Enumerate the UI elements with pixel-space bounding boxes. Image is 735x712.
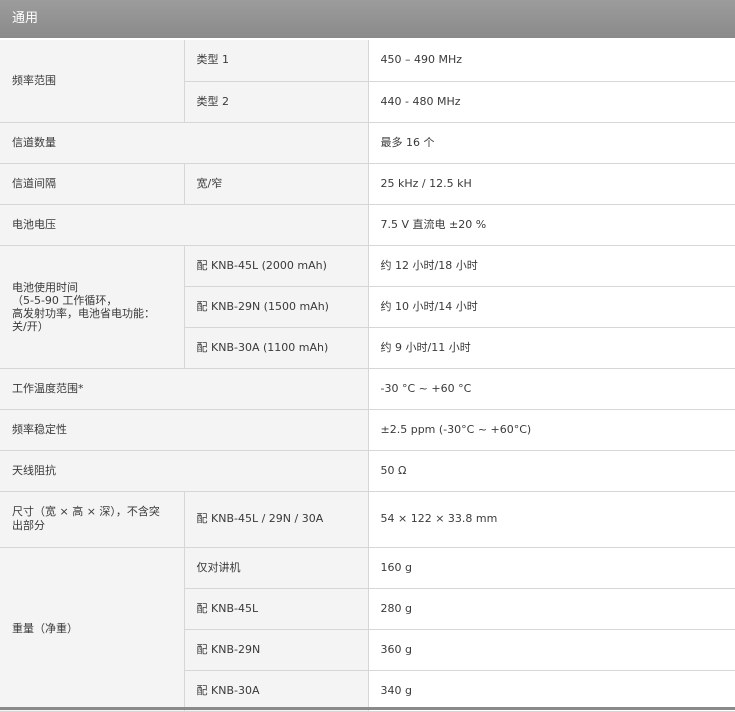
spec-table: 频率范围 类型 1 450 – 490 MHz 类型 2 440 - 480 M… [0,40,735,712]
temp-value: -30 °C ~ +60 °C [367,368,735,410]
battery-life-label-line: 关/开） [12,319,49,333]
battery-life-label-line: 高发射功率，电池省电功能： [12,306,155,320]
freq-type2-label: 类型 2 [183,81,368,123]
table-row: 电池使用时间 （5-5-90 工作循环， 高发射功率，电池省电功能： 关/开） … [0,245,735,369]
dimensions-value: 54 × 122 × 33.8 mm [367,491,735,548]
battery-item-name: 配 KNB-30A (1100 mAh) [183,327,368,369]
battery-item-value: 约 9 小时/11 小时 [367,327,735,369]
freq-range-label: 频率范围 [0,40,184,123]
voltage-label: 电池电压 [0,204,368,246]
section-header: 通用 [0,0,735,38]
freq-type1-label: 类型 1 [183,40,368,82]
channels-label: 信道数量 [0,122,368,164]
spacing-value: 25 kHz / 12.5 kH [367,163,735,205]
channels-value: 最多 16 个 [367,122,735,164]
table-row: 重量（净重） 仅对讲机 160 g [0,547,735,712]
weight-item-value: 360 g [367,629,735,671]
table-row: 工作温度范围* -30 °C ~ +60 °C [0,368,735,410]
table-row: 电池电压 7.5 V 直流电 ±20 % [0,204,735,246]
weight-item-name: 配 KNB-29N [183,629,368,671]
battery-life-label-line: （5-5-90 工作循环， [12,293,118,307]
table-row: 天线阻抗 50 Ω [0,450,735,492]
freq-type1-value: 450 – 490 MHz [367,40,735,82]
battery-item-value: 约 10 小时/14 小时 [367,286,735,328]
weight-label: 重量（净重） [0,547,184,712]
dimensions-sub-label: 配 KNB-45L / 29N / 30A [183,491,368,548]
battery-item-value: 约 12 小时/18 小时 [367,245,735,287]
dimensions-label-line: 尺寸（宽 × 高 × 深），不含突 [12,505,160,518]
voltage-value: 7.5 V 直流电 ±20 % [367,204,735,246]
table-row: 频率范围 类型 1 450 – 490 MHz [0,40,735,123]
weight-item-value: 340 g [367,670,735,712]
spacing-label: 信道间隔 [0,163,184,205]
impedance-label: 天线阻抗 [0,450,368,492]
battery-item-name: 配 KNB-29N (1500 mAh) [183,286,368,328]
battery-item-name: 配 KNB-45L (2000 mAh) [183,245,368,287]
temp-label: 工作温度范围* [0,368,368,410]
stability-value: ±2.5 ppm (-30°C ~ +60°C) [367,409,735,451]
weight-item-name: 配 KNB-30A [183,670,368,712]
dimensions-label-line: 出部分 [12,519,45,532]
battery-life-label-line: 电池使用时间 [12,280,78,294]
spacing-sub-label: 宽/窄 [183,163,368,205]
stability-label: 频率稳定性 [0,409,368,451]
spec-sheet: 通用 频率范围 类型 1 450 – 490 MHz 类型 2 440 - 48… [0,0,735,712]
weight-item-value: 280 g [367,588,735,630]
impedance-value: 50 Ω [367,450,735,492]
table-row: 尺寸（宽 × 高 × 深），不含突 出部分 配 KNB-45L / 29N / … [0,491,735,548]
table-row: 信道数量 最多 16 个 [0,122,735,164]
freq-type2-value: 440 - 480 MHz [367,81,735,123]
dimensions-label: 尺寸（宽 × 高 × 深），不含突 出部分 [0,491,184,548]
weight-item-name: 配 KNB-45L [183,588,368,630]
table-row: 信道间隔 宽/窄 25 kHz / 12.5 kH [0,163,735,205]
table-row: 频率稳定性 ±2.5 ppm (-30°C ~ +60°C) [0,409,735,451]
battery-life-label: 电池使用时间 （5-5-90 工作循环， 高发射功率，电池省电功能： 关/开） [0,245,184,369]
weight-item-value: 160 g [367,547,735,589]
weight-item-name: 仅对讲机 [183,547,368,589]
